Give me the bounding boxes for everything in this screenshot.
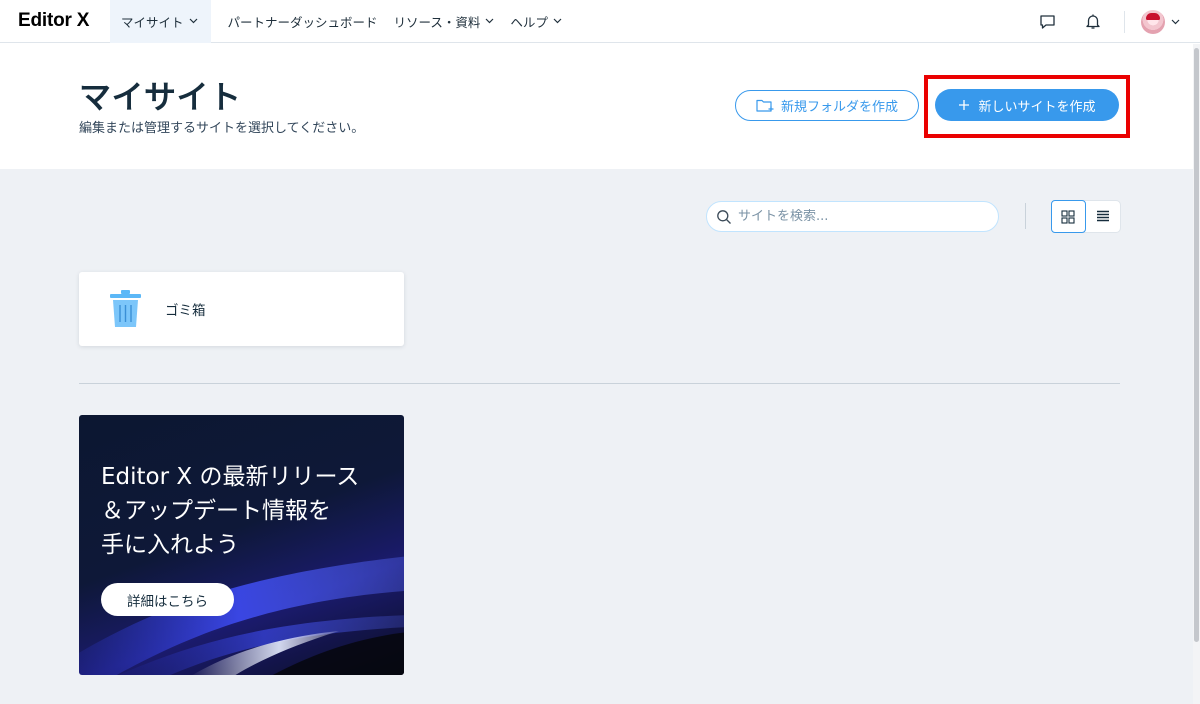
bell-icon [1086, 14, 1100, 29]
scrollbar-thumb[interactable] [1194, 48, 1199, 642]
chevron-down-icon [189, 18, 197, 24]
chat-icon [1039, 14, 1055, 29]
top-navigation: Editor X マイサイト パートナーダッシュボード リソース・資料 ヘルプ [0, 0, 1200, 43]
learn-more-button[interactable]: 詳細はこちら [101, 583, 234, 616]
list-view-icon [1096, 210, 1109, 222]
toolbar-divider [1025, 203, 1026, 229]
trash-label: ゴミ箱 [165, 303, 206, 319]
page-title: マイサイト [79, 78, 242, 116]
nav-item-label: リソース・資料 [393, 14, 481, 30]
nav-divider [1124, 10, 1125, 33]
chevron-down-icon [1171, 19, 1180, 24]
page-subtitle: 編集または管理するサイトを選択してください。 [79, 121, 365, 136]
highlight-annotation [924, 75, 1130, 138]
folder-plus-icon [756, 99, 774, 112]
promo-headline: Editor X の最新リリース ＆アップデート情報を 手に入れよう [101, 464, 360, 558]
trash-card[interactable]: ゴミ箱 [79, 272, 404, 346]
account-menu[interactable] [1129, 0, 1200, 43]
nav-item-label: パートナーダッシュボード [227, 14, 378, 30]
search-icon [717, 209, 731, 224]
release-promo-card[interactable]: Editor X の最新リリース ＆アップデート情報を 手に入れよう 詳細はこち… [79, 415, 404, 675]
trash-icon [110, 290, 141, 327]
chevron-down-icon [553, 18, 562, 24]
chevron-down-icon [485, 18, 494, 24]
view-toggle [1051, 200, 1121, 233]
nav-item-label: マイサイト [121, 14, 184, 30]
nav-item-resources[interactable]: リソース・資料 [386, 0, 503, 43]
grid-view-icon [1061, 209, 1075, 224]
search-input[interactable] [738, 209, 988, 224]
nav-item-help[interactable]: ヘルプ [502, 0, 570, 43]
create-folder-label: 新規フォルダを作成 [780, 100, 898, 115]
create-folder-button[interactable]: 新規フォルダを作成 [735, 90, 919, 121]
nav-item-label: ヘルプ [510, 14, 548, 30]
notifications-button[interactable] [1070, 0, 1116, 43]
nav-right-group [1024, 0, 1200, 43]
list-view-button[interactable] [1086, 201, 1120, 232]
avatar [1141, 9, 1165, 34]
site-search[interactable] [706, 201, 999, 232]
section-divider [79, 383, 1120, 384]
messages-button[interactable] [1024, 0, 1070, 43]
nav-item-my-sites[interactable]: マイサイト [110, 0, 211, 43]
grid-view-button[interactable] [1051, 200, 1086, 233]
editor-x-logo[interactable]: Editor X [0, 0, 110, 43]
nav-item-partner-dashboard[interactable]: パートナーダッシュボード [220, 0, 386, 43]
